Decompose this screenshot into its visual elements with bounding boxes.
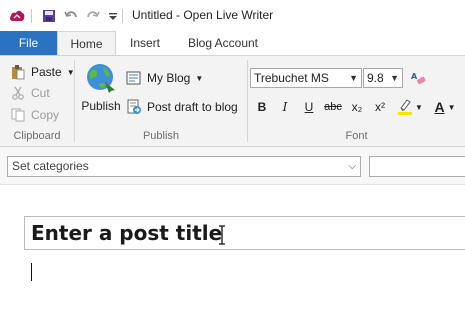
text-caret (31, 263, 32, 281)
font-size-select[interactable]: 9.8 ▼ (363, 68, 403, 88)
text-cursor-icon (219, 225, 225, 245)
post-title-field[interactable]: Enter a post title (24, 216, 465, 250)
customize-dropdown-icon[interactable] (105, 8, 121, 24)
ribbon: Paste ▼ Cut Copy Clipboard Publish My Bl… (0, 55, 465, 147)
underline-button[interactable]: U (298, 96, 320, 118)
superscript-button[interactable]: x² (369, 96, 391, 118)
chevron-down-icon: ▼ (447, 102, 456, 112)
paste-label: Paste (31, 65, 62, 79)
font-family-select[interactable]: Trebuchet MS ▼ (250, 68, 362, 88)
publish-button[interactable]: Publish (80, 62, 122, 118)
font-family-value: Trebuchet MS (254, 71, 329, 85)
live-writer-logo-icon[interactable] (9, 8, 25, 24)
subscript-button[interactable]: x₂ (346, 96, 368, 118)
category-bar: Set categories ⌵ (0, 147, 465, 185)
publish-group-label: Publish (142, 130, 180, 142)
tab-blog-account[interactable]: Blog Account (178, 31, 268, 55)
post-draft-icon (127, 99, 141, 114)
categories-select[interactable]: Set categories ⌵ (7, 156, 361, 177)
title-bar: Untitled - Open Live Writer (0, 0, 465, 31)
chevron-down-icon: ▼ (390, 73, 399, 83)
chevron-down-icon: ▼ (415, 102, 423, 112)
post-draft-button[interactable]: Post draft to blog (126, 97, 238, 117)
bold-button[interactable]: B (251, 96, 273, 118)
tags-input[interactable] (369, 156, 465, 177)
publish-globe-icon (87, 64, 115, 93)
strikethrough-button[interactable]: abc (322, 96, 344, 118)
copy-button[interactable]: Copy (10, 105, 59, 125)
highlighter-icon (398, 99, 413, 115)
tab-home[interactable]: Home (57, 31, 116, 55)
paste-icon (12, 65, 25, 80)
categories-placeholder: Set categories (12, 159, 89, 173)
chevron-down-icon: ▼ (349, 73, 358, 83)
tab-file[interactable]: File (0, 31, 57, 55)
qat-separator (31, 9, 32, 23)
redo-icon[interactable] (85, 8, 101, 24)
undo-icon[interactable] (63, 8, 79, 24)
chevron-down-icon: ▼ (195, 73, 204, 83)
blog-icon (126, 71, 141, 85)
window-title: Untitled - Open Live Writer (132, 8, 274, 22)
italic-button[interactable]: I (274, 96, 296, 118)
clipboard-group-label: Clipboard (13, 130, 61, 142)
copy-icon (11, 108, 25, 122)
font-color-icon: A (434, 99, 445, 115)
font-color-button[interactable]: A ▼ (429, 96, 461, 118)
cut-button[interactable]: Cut (10, 83, 50, 103)
chevron-down-icon: ⌵ (348, 161, 356, 172)
cut-label: Cut (31, 86, 50, 100)
svg-text:A: A (411, 72, 418, 81)
scissors-icon (12, 86, 24, 100)
paste-button[interactable]: Paste ▼ (10, 62, 75, 82)
font-group-label: Font (345, 130, 368, 142)
my-blog-button[interactable]: My Blog ▼ (126, 68, 203, 88)
save-icon[interactable] (41, 8, 57, 24)
ribbon-tabs: File Home Insert Blog Account (0, 31, 465, 55)
qat-separator (122, 9, 123, 23)
highlight-button[interactable]: ▼ (395, 96, 425, 118)
clear-formatting-icon: A (411, 72, 426, 85)
my-blog-label: My Blog (147, 71, 191, 85)
font-size-value: 9.8 (367, 71, 384, 85)
clear-formatting-button[interactable]: A (407, 67, 429, 89)
copy-label: Copy (31, 108, 60, 122)
post-draft-label: Post draft to blog (147, 100, 238, 114)
editor-area[interactable]: Enter a post title (0, 185, 465, 316)
publish-label: Publish (81, 99, 121, 113)
tab-insert[interactable]: Insert (119, 31, 171, 55)
